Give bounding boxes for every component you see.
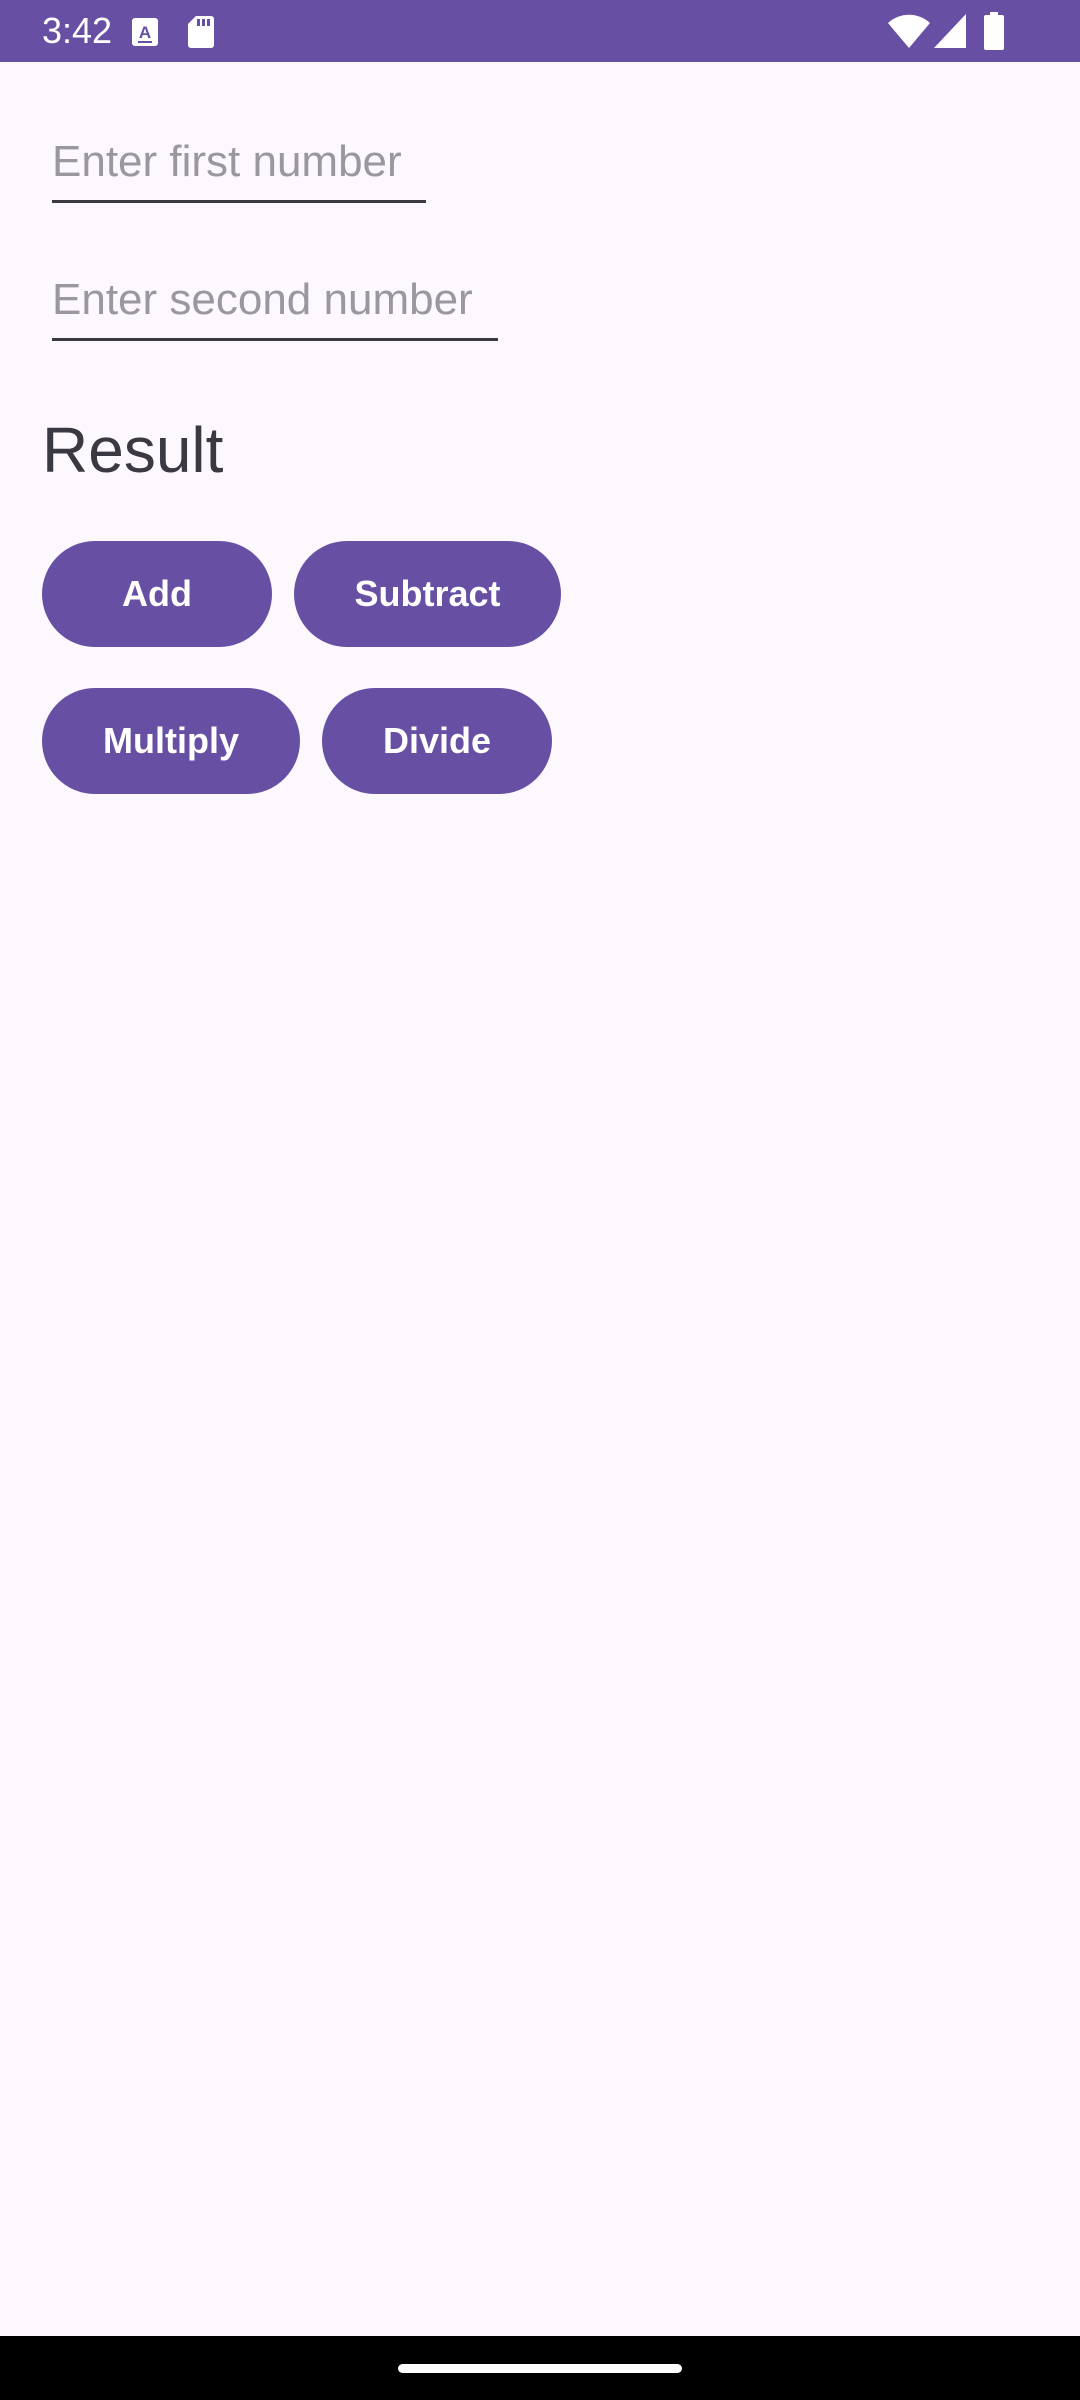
home-gesture-handle[interactable] xyxy=(398,2364,682,2373)
keyboard-a-icon: A xyxy=(132,18,158,46)
wifi-icon xyxy=(888,14,930,48)
second-number-input[interactable] xyxy=(52,262,498,341)
divide-button[interactable]: Divide xyxy=(322,688,552,794)
battery-icon xyxy=(984,12,1004,50)
multiply-button[interactable]: Multiply xyxy=(42,688,300,794)
cell-signal-icon xyxy=(934,14,966,48)
first-number-input[interactable] xyxy=(52,124,426,203)
result-text: Result xyxy=(42,414,224,486)
subtract-button[interactable]: Subtract xyxy=(294,541,561,647)
sd-card-icon xyxy=(188,16,214,48)
navigation-bar xyxy=(0,2336,1080,2400)
status-bar: 3:42 A xyxy=(0,0,1080,62)
add-button[interactable]: Add xyxy=(42,541,272,647)
status-time: 3:42 xyxy=(42,10,113,51)
svg-text:A: A xyxy=(139,23,151,42)
